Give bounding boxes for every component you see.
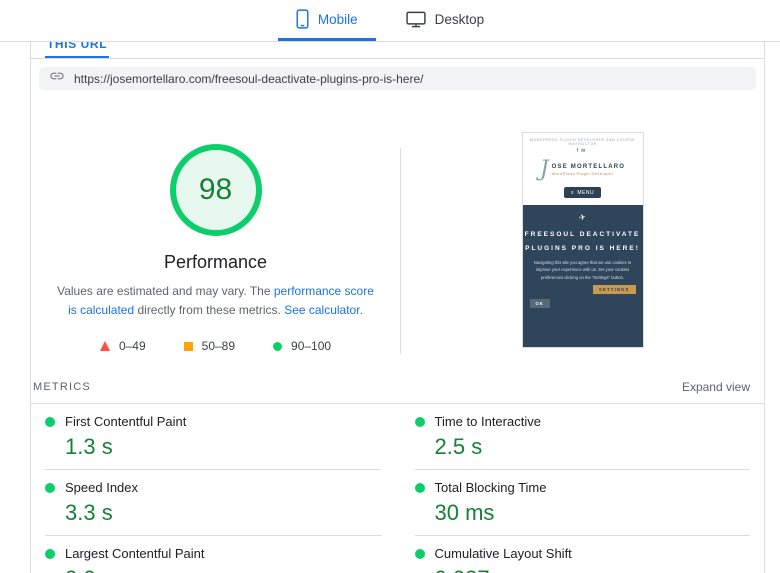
- pass-dot-icon: [414, 416, 425, 427]
- thumb-menu-button: ≡ MENU: [563, 187, 602, 198]
- fail-triangle-icon: [99, 341, 110, 352]
- metric-value: 2.0 s: [65, 566, 381, 573]
- pass-dot-icon: [45, 416, 55, 427]
- tab-desktop[interactable]: Desktop: [388, 0, 503, 41]
- hero-title-line2: PLUGINS PRO IS HERE!: [525, 244, 640, 252]
- tab-mobile[interactable]: Mobile: [277, 0, 376, 41]
- metrics-section-title: METRICS: [33, 381, 91, 393]
- url-bar[interactable]: https://josemortellaro.com/freesoul-deac…: [39, 67, 756, 90]
- menu-label: MENU: [577, 189, 595, 196]
- page-screenshot-thumbnail[interactable]: WORDPRESS PLUGIN DEVELOPER AND COURSE IN…: [521, 132, 644, 348]
- hero-title-line1: FREESOUL DEACTIVATE: [524, 231, 641, 238]
- legend-average: 50–89: [183, 339, 236, 354]
- metric-speed-index[interactable]: Speed Index 3.3 s: [45, 470, 381, 536]
- mobile-phone-icon: [296, 9, 309, 29]
- hamburger-icon: ≡: [570, 189, 575, 196]
- email-icon: ✉: [581, 148, 589, 154]
- metric-largest-contentful-paint[interactable]: Largest Contentful Paint 2.0 s: [45, 536, 381, 573]
- metric-first-contentful-paint[interactable]: First Contentful Paint 1.3 s: [45, 404, 381, 470]
- see-calculator-link[interactable]: See calculator.: [284, 303, 363, 317]
- expand-view-button[interactable]: Expand view: [682, 380, 750, 394]
- report-card: THIS URL https://josemortellaro.com/free…: [30, 42, 765, 573]
- pass-dot-icon: [45, 548, 55, 559]
- pass-dot-icon: [414, 548, 425, 559]
- metric-total-blocking-time[interactable]: Total Blocking Time 30 ms: [414, 470, 750, 536]
- rocket-icon: ✈: [578, 212, 587, 223]
- metric-value: 0.027: [435, 566, 751, 573]
- pass-dot-icon: [45, 482, 55, 493]
- score-legend: 0–49 50–89 90–100: [99, 339, 331, 354]
- analyzed-url: https://josemortellaro.com/freesoul-deac…: [74, 71, 424, 86]
- thumb-hero-title: FREESOUL DEACTIVATE PLUGINS PRO IS HERE!: [525, 228, 641, 255]
- legend-average-range: 50–89: [201, 339, 236, 354]
- cookie-ok-button: OK: [529, 298, 550, 308]
- logo-brand-name: OSE MORTELLARO: [551, 164, 626, 170]
- thumb-tagline: WORDPRESS PLUGIN DEVELOPER AND COURSE IN…: [529, 138, 636, 146]
- performance-summary: 98 Performance Values are estimated and …: [31, 98, 764, 370]
- metrics-header: METRICS Expand view: [31, 370, 764, 404]
- metric-value: 3.3 s: [65, 500, 113, 525]
- performance-description: Values are estimated and may vary. The p…: [55, 282, 377, 319]
- link-icon: [49, 68, 65, 89]
- pass-circle-icon: [273, 341, 283, 351]
- performance-title: Performance: [163, 252, 268, 272]
- performance-score: 98: [198, 173, 233, 206]
- thumb-social-row: f✉: [523, 148, 643, 154]
- sub-tab-row: THIS URL: [31, 42, 764, 59]
- average-square-icon: [183, 341, 193, 351]
- cookie-notice-text: Navigating this site you agree that we u…: [533, 260, 632, 280]
- score-panel: 98 Performance Values are estimated and …: [31, 98, 400, 370]
- thumb-logo: J OSE MORTELLARO WordPress Plugin Develo…: [523, 159, 643, 181]
- performance-gauge[interactable]: 98: [169, 144, 262, 236]
- device-tab-bar: Mobile Desktop: [0, 0, 780, 42]
- legend-pass-range: 90–100: [291, 339, 332, 354]
- logo-script-j: J: [539, 157, 549, 182]
- logo-brand-subtitle: WordPress Plugin Developer: [551, 171, 614, 176]
- legend-fail: 0–49: [99, 339, 146, 354]
- metric-value: 1.3 s: [65, 434, 113, 459]
- thumb-hero-section: ✈ FREESOUL DEACTIVATE PLUGINS PRO IS HER…: [522, 205, 643, 347]
- pass-dot-icon: [414, 482, 425, 493]
- desktop-monitor-icon: [405, 11, 426, 28]
- tab-this-url[interactable]: THIS URL: [45, 42, 110, 58]
- legend-fail-range: 0–49: [118, 339, 146, 354]
- description-text-2: directly from these metrics.: [134, 302, 285, 317]
- description-text-1: Values are estimated and may vary. The: [57, 284, 274, 298]
- metric-value: 2.5 s: [434, 434, 483, 459]
- legend-pass: 90–100: [273, 339, 331, 353]
- cookie-settings-button: SETTINGS: [592, 284, 636, 294]
- tab-desktop-label: Desktop: [434, 11, 485, 27]
- tab-mobile-label: Mobile: [317, 11, 358, 27]
- metric-time-to-interactive[interactable]: Time to Interactive 2.5 s: [414, 404, 750, 470]
- metric-cumulative-layout-shift[interactable]: Cumulative Layout Shift 0.027: [414, 536, 751, 573]
- metrics-grid: First Contentful Paint 1.3 s Time to Int…: [31, 404, 764, 573]
- metric-value: 30 ms: [434, 500, 495, 525]
- screenshot-panel: WORDPRESS PLUGIN DEVELOPER AND COURSE IN…: [401, 98, 764, 370]
